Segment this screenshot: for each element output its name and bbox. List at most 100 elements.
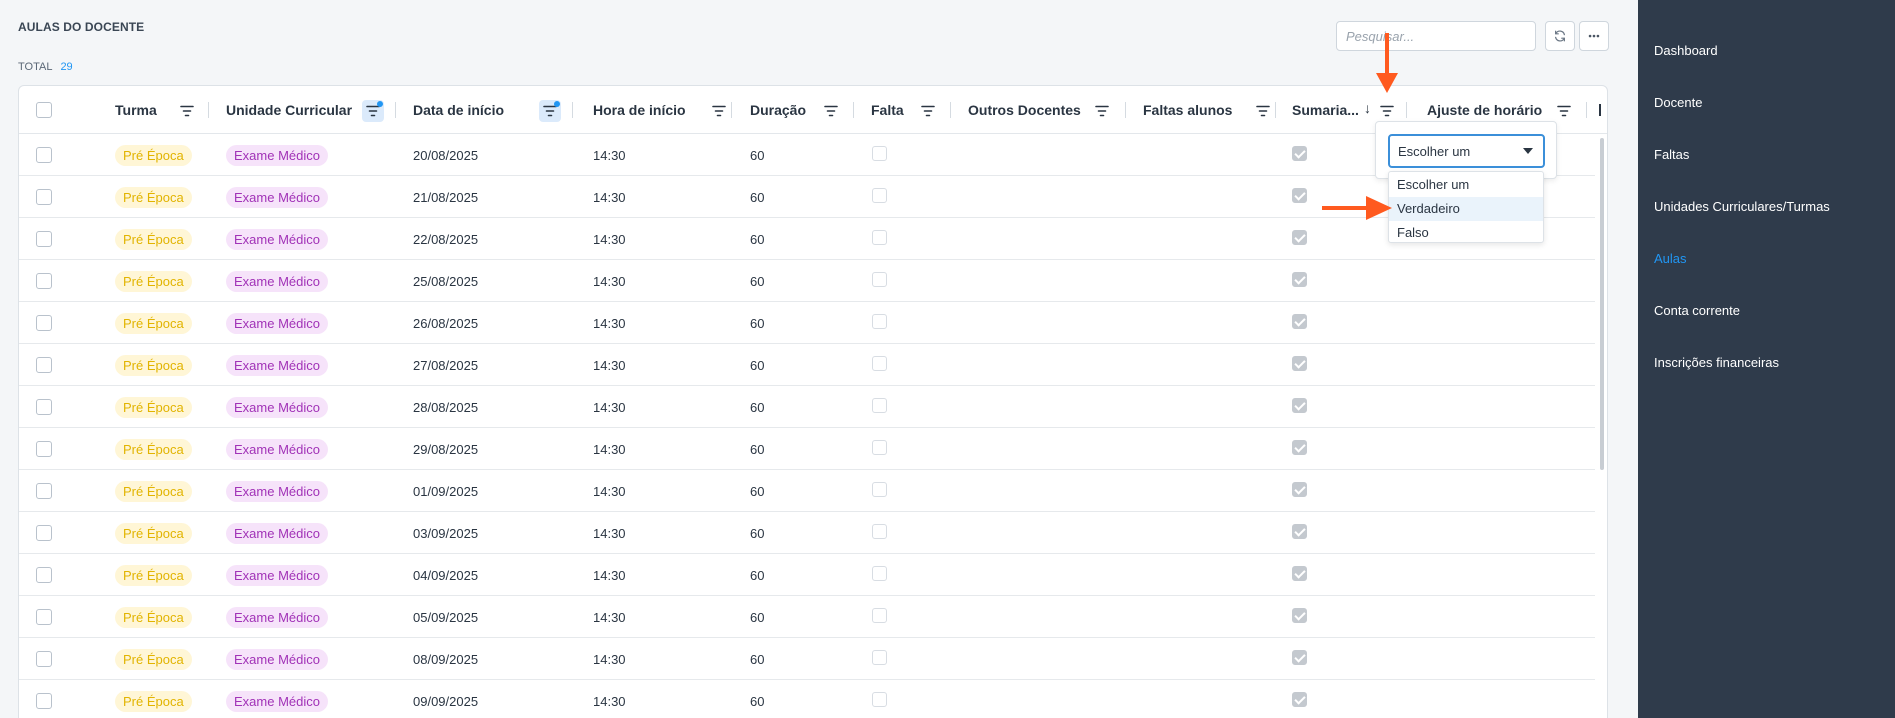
column-divider[interactable] <box>395 102 396 118</box>
table-row[interactable]: Pré Época Exame Médico 20/08/2025 14:30 60 <box>19 134 1595 176</box>
cell-unidade-curricular: Exame Médico <box>226 218 328 260</box>
column-divider[interactable] <box>853 102 854 118</box>
filter-turma-button[interactable] <box>176 100 198 122</box>
cell-turma: Pré Época <box>115 218 192 260</box>
cell-data-inicio: 22/08/2025 <box>413 231 479 247</box>
sumariada-checkbox <box>1292 188 1307 203</box>
column-divider[interactable] <box>572 102 573 118</box>
sumariada-checkbox <box>1292 146 1307 161</box>
sidebar-item-unidades-curriculares[interactable]: Unidades Curriculares/Turmas <box>1654 199 1830 214</box>
filter-outros-docentes-button[interactable] <box>1091 100 1113 122</box>
cell-turma: Pré Época <box>115 554 192 596</box>
row-select-checkbox[interactable] <box>36 525 52 541</box>
table-row[interactable]: Pré Época Exame Médico 03/09/2025 14:30 60 <box>19 512 1595 554</box>
table-row[interactable]: Pré Época Exame Médico 27/08/2025 14:30 60 <box>19 344 1595 386</box>
row-select-checkbox[interactable] <box>36 399 52 415</box>
row-select-checkbox[interactable] <box>36 273 52 289</box>
row-select-checkbox[interactable] <box>36 231 52 247</box>
column-header-faltas-alunos[interactable]: Faltas alunos <box>1143 86 1232 134</box>
column-header-duracao[interactable]: Duração <box>750 86 806 134</box>
cell-duracao: 60 <box>750 651 765 667</box>
cell-turma: Pré Época <box>115 428 192 470</box>
table-row[interactable]: Pré Época Exame Médico 25/08/2025 14:30 60 <box>19 260 1595 302</box>
sidebar-item-inscricoes-financeiras[interactable]: Inscrições financeiras <box>1654 355 1779 370</box>
sort-descending-icon[interactable]: ↓ <box>1364 100 1371 116</box>
sidebar-item-conta-corrente[interactable]: Conta corrente <box>1654 303 1740 318</box>
sidebar: Dashboard Docente Faltas Unidades Curric… <box>1638 0 1895 718</box>
refresh-button[interactable] <box>1545 21 1575 51</box>
column-header-partial <box>1599 86 1601 134</box>
unidade-curricular-pill: Exame Médico <box>226 522 328 544</box>
column-divider[interactable] <box>1586 102 1587 118</box>
page-title: AULAS DO DOCENTE <box>18 20 145 34</box>
option-escolher-um[interactable]: Escolher um <box>1389 173 1543 197</box>
filter-unidade-curricular-button[interactable] <box>362 100 384 122</box>
sidebar-item-aulas[interactable]: Aulas <box>1654 251 1687 266</box>
filter-faltas-alunos-button[interactable] <box>1252 100 1274 122</box>
column-header-falta[interactable]: Falta <box>871 86 904 134</box>
unidade-curricular-pill: Exame Médico <box>226 312 328 334</box>
falta-checkbox <box>872 608 887 623</box>
cell-unidade-curricular: Exame Médico <box>226 428 328 470</box>
sidebar-item-faltas[interactable]: Faltas <box>1654 147 1689 162</box>
row-select-checkbox[interactable] <box>36 609 52 625</box>
cell-duracao: 60 <box>750 693 765 709</box>
table-row[interactable]: Pré Época Exame Médico 28/08/2025 14:30 60 <box>19 386 1595 428</box>
sumariada-checkbox <box>1292 608 1307 623</box>
falta-checkbox <box>872 650 887 665</box>
table-row[interactable]: Pré Época Exame Médico 26/08/2025 14:30 60 <box>19 302 1595 344</box>
more-options-button[interactable] <box>1579 21 1609 51</box>
row-select-checkbox[interactable] <box>36 357 52 373</box>
unidade-curricular-pill: Exame Médico <box>226 186 328 208</box>
unidade-curricular-pill: Exame Médico <box>226 354 328 376</box>
active-filter-indicator <box>554 101 560 107</box>
table-row[interactable]: Pré Época Exame Médico 29/08/2025 14:30 60 <box>19 428 1595 470</box>
column-header-hora-inicio[interactable]: Hora de início <box>593 86 686 134</box>
falta-checkbox <box>872 146 887 161</box>
option-verdadeiro[interactable]: Verdadeiro <box>1389 197 1543 221</box>
column-header-data-inicio[interactable]: Data de início <box>413 86 504 134</box>
column-header-sumariada[interactable]: Sumaria... <box>1292 86 1359 134</box>
table-row[interactable]: Pré Época Exame Médico 01/09/2025 14:30 60 <box>19 470 1595 512</box>
table-row[interactable]: Pré Época Exame Médico 22/08/2025 14:30 60 <box>19 218 1595 260</box>
table-row[interactable]: Pré Época Exame Médico 05/09/2025 14:30 60 <box>19 596 1595 638</box>
row-select-checkbox[interactable] <box>36 315 52 331</box>
filter-sumariada-button[interactable] <box>1376 100 1398 122</box>
row-select-checkbox[interactable] <box>36 651 52 667</box>
column-header-unidade-curricular[interactable]: Unidade Curricular <box>226 86 352 134</box>
row-select-checkbox[interactable] <box>36 483 52 499</box>
filter-data-inicio-button[interactable] <box>539 100 561 122</box>
column-divider[interactable] <box>208 102 209 118</box>
column-divider[interactable] <box>1406 102 1407 118</box>
sumariada-checkbox <box>1292 356 1307 371</box>
filter-ajuste-horario-button[interactable] <box>1553 100 1575 122</box>
falta-checkbox <box>872 566 887 581</box>
filter-falta-button[interactable] <box>917 100 939 122</box>
table-row[interactable]: Pré Época Exame Médico 04/09/2025 14:30 60 <box>19 554 1595 596</box>
table-row[interactable]: Pré Época Exame Médico 09/09/2025 14:30 60 <box>19 680 1595 718</box>
row-select-checkbox[interactable] <box>36 567 52 583</box>
row-select-checkbox[interactable] <box>36 147 52 163</box>
cell-hora-inicio: 14:30 <box>593 189 626 205</box>
column-header-outros-docentes[interactable]: Outros Docentes <box>968 86 1081 134</box>
select-all-checkbox[interactable] <box>36 102 52 118</box>
row-select-checkbox[interactable] <box>36 189 52 205</box>
row-select-checkbox[interactable] <box>36 693 52 709</box>
sidebar-item-docente[interactable]: Docente <box>1654 95 1702 110</box>
table-row[interactable]: Pré Época Exame Médico 08/09/2025 14:30 60 <box>19 638 1595 680</box>
falta-checkbox <box>872 440 887 455</box>
filter-duracao-button[interactable] <box>820 100 842 122</box>
column-divider[interactable] <box>1125 102 1126 118</box>
sidebar-item-dashboard[interactable]: Dashboard <box>1654 43 1718 58</box>
column-divider[interactable] <box>731 102 732 118</box>
option-falso[interactable]: Falso <box>1389 221 1543 245</box>
column-divider[interactable] <box>1275 102 1276 118</box>
filter-icon <box>366 105 380 117</box>
vertical-scrollbar[interactable] <box>1600 138 1604 470</box>
filter-hora-inicio-button[interactable] <box>708 100 730 122</box>
column-header-turma[interactable]: Turma <box>115 86 157 134</box>
column-divider[interactable] <box>950 102 951 118</box>
filter-select[interactable]: Escolher um <box>1388 134 1545 168</box>
search-input[interactable] <box>1336 21 1536 51</box>
row-select-checkbox[interactable] <box>36 441 52 457</box>
